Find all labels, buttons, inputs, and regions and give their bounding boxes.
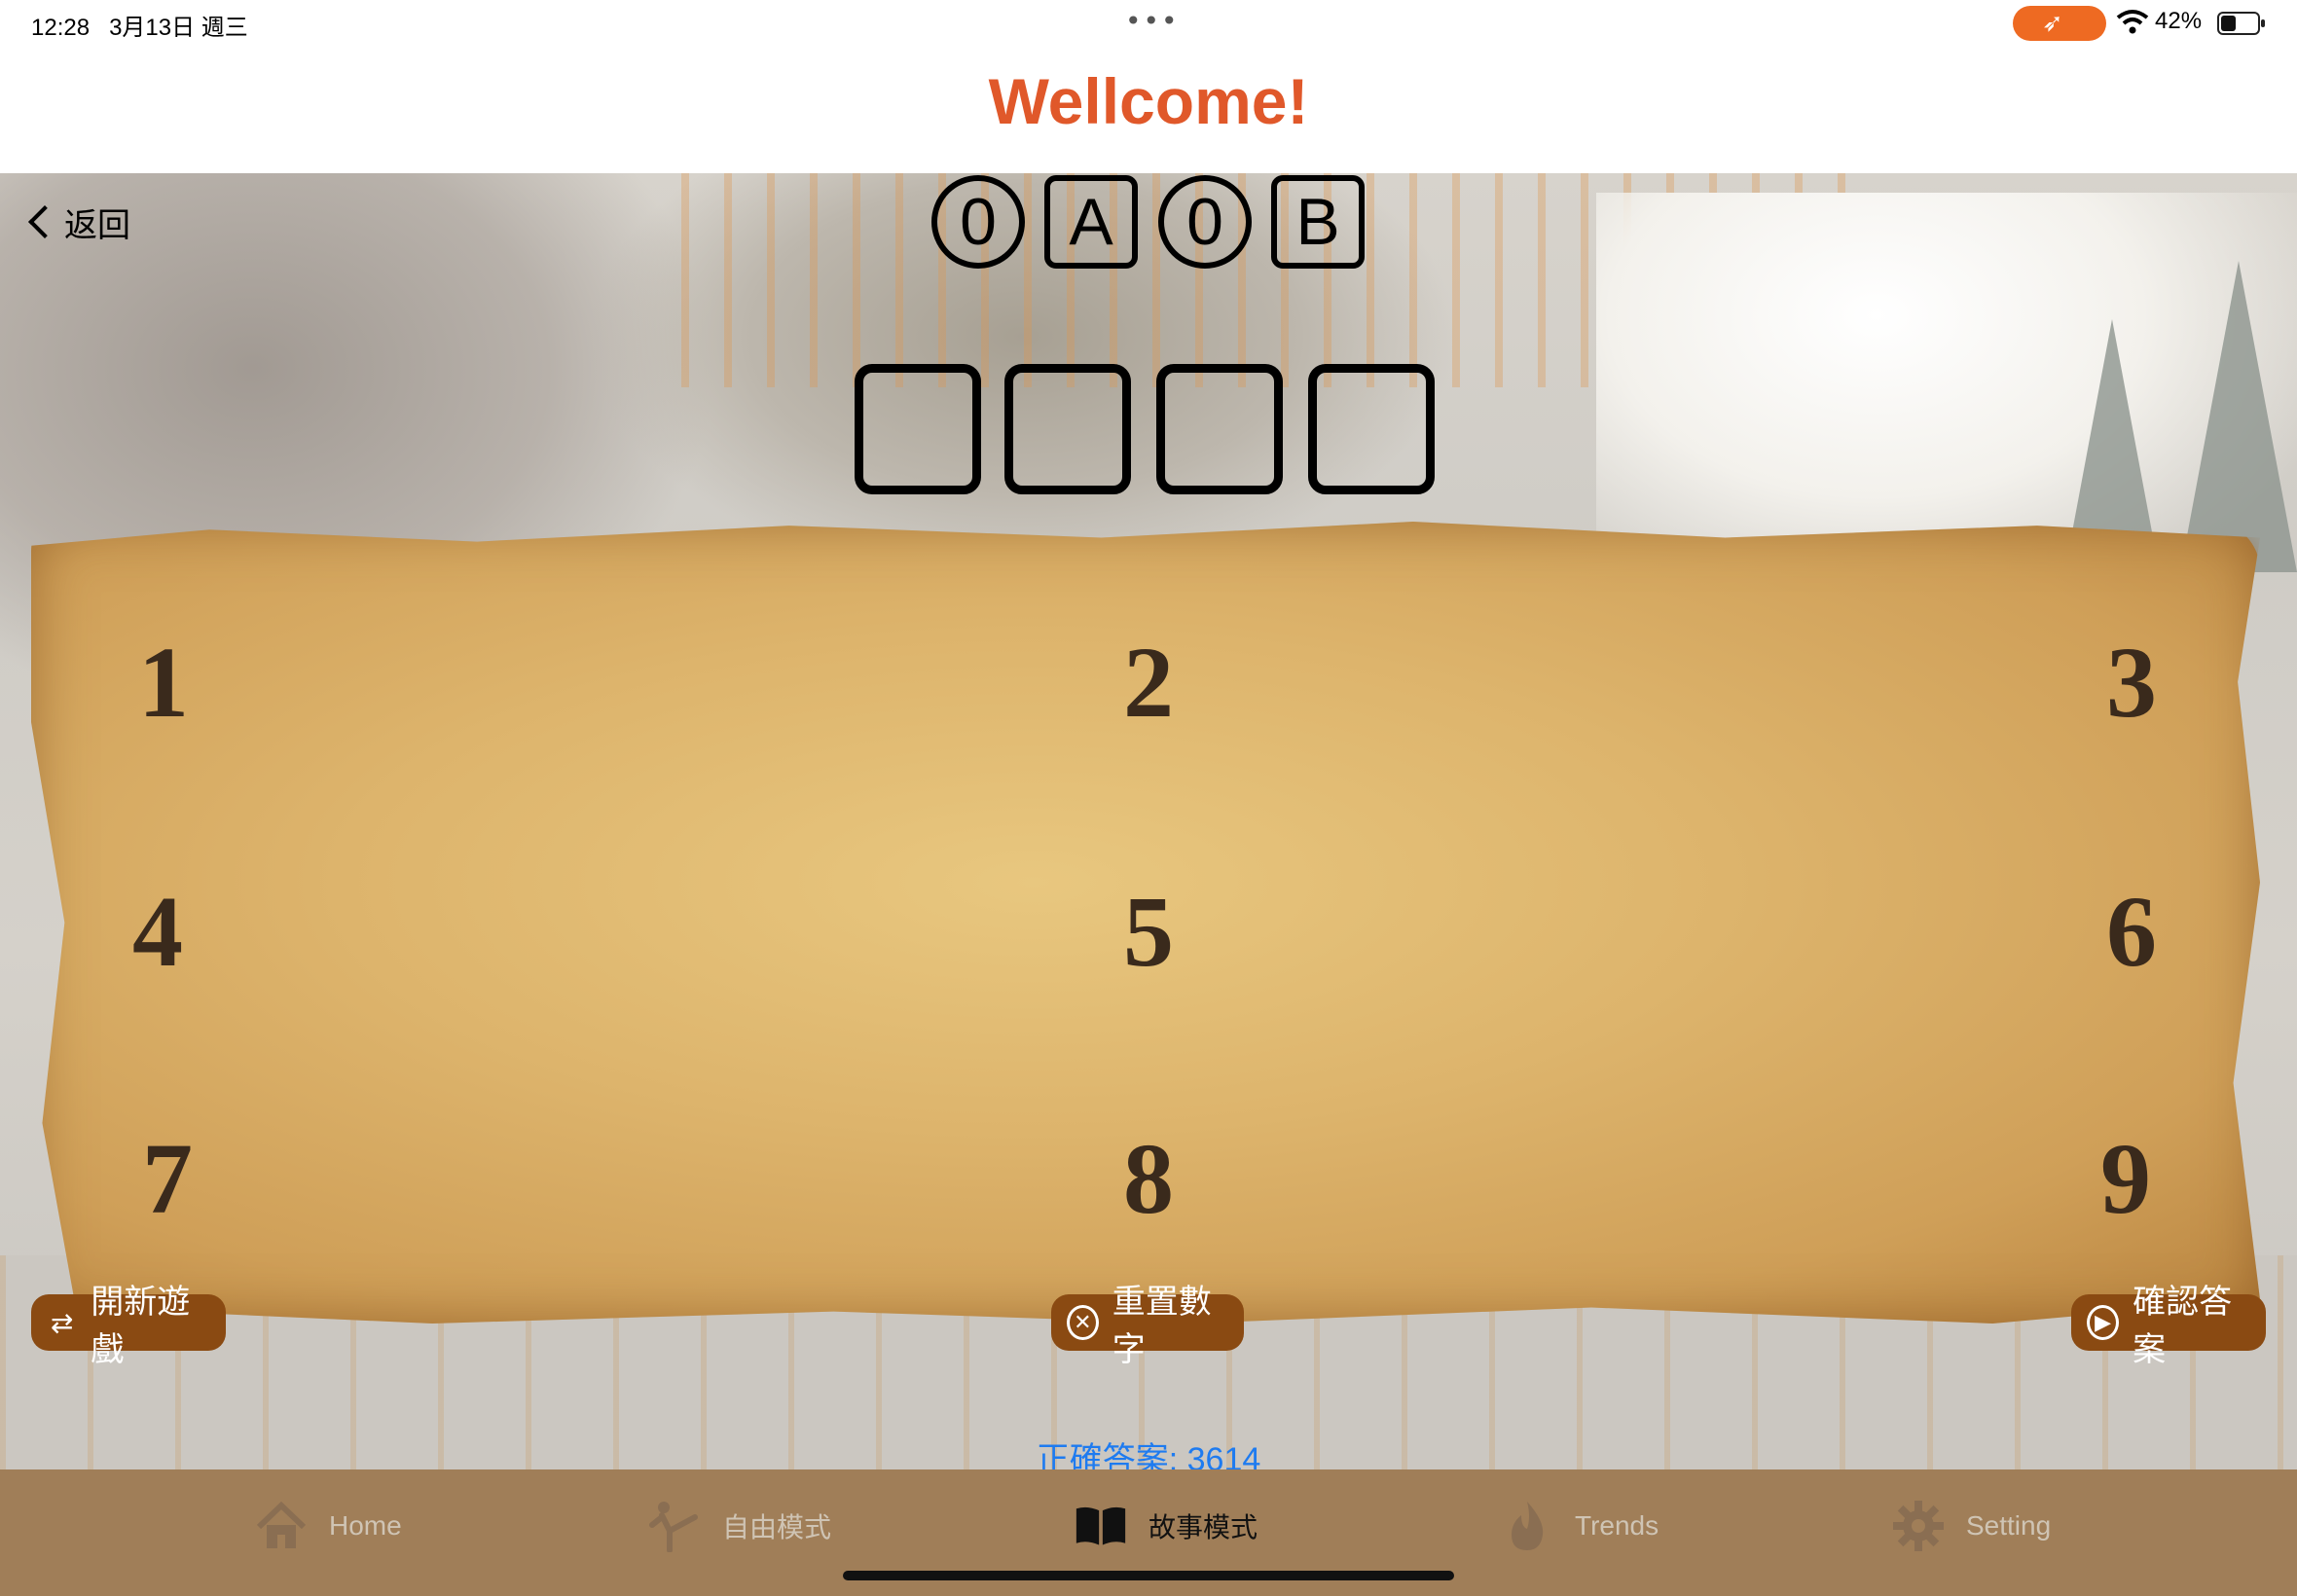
status-time-date: 12:28 3月13日 週三	[31, 15, 248, 41]
b-count: 0	[1158, 175, 1252, 269]
back-label: 返回	[64, 205, 130, 245]
digit-key-7[interactable]: 7	[109, 1121, 226, 1238]
figure-kick-icon	[648, 1500, 701, 1552]
battery-percent: 42%	[2155, 8, 2203, 34]
reset-label: 重置數字	[1112, 1283, 1212, 1369]
multitasking-dots-icon[interactable]: •••	[1125, 8, 1180, 35]
b-letter: B	[1271, 175, 1365, 269]
digit-key-2[interactable]: 2	[1090, 625, 1207, 742]
page-title: Wellcome!	[988, 65, 1309, 137]
chevron-left-icon	[28, 205, 61, 238]
tab-story-mode-label: 故事模式	[1148, 1512, 1258, 1542]
tab-home[interactable]: Home	[255, 1497, 402, 1555]
back-button[interactable]: 返回	[23, 199, 130, 245]
new-game-label: 開新遊戲	[91, 1283, 191, 1369]
home-indicator[interactable]	[843, 1571, 1454, 1580]
play-circle-icon: ▶	[2087, 1305, 2120, 1340]
battery-icon	[2217, 12, 2265, 35]
xmark-circle-icon: ✕	[1067, 1305, 1099, 1340]
guess-slot-4	[1308, 364, 1435, 494]
digit-key-6[interactable]: 6	[2073, 874, 2190, 991]
book-icon	[1075, 1500, 1127, 1552]
a-letter: A	[1044, 175, 1138, 269]
swift-icon: ➶	[2013, 6, 2106, 41]
status-bar: 12:28 3月13日 週三 ••• ➶ 42%	[0, 0, 2297, 47]
confirm-label: 確認答案	[2133, 1283, 2233, 1369]
tab-story-mode[interactable]: 故事模式	[1075, 1497, 1258, 1555]
house-icon	[255, 1500, 308, 1552]
tab-home-label: Home	[329, 1510, 402, 1541]
tab-trends[interactable]: Trends	[1501, 1497, 1659, 1555]
repeat-icon: ⇄	[50, 1306, 74, 1339]
guess-slot-2	[1004, 364, 1131, 494]
tab-free-mode-label: 自由模式	[722, 1512, 832, 1542]
digit-key-4[interactable]: 4	[99, 874, 216, 991]
digit-key-9[interactable]: 9	[2067, 1121, 2184, 1238]
new-game-button[interactable]: ⇄ 開新遊戲	[31, 1283, 226, 1369]
tab-setting-label: Setting	[1966, 1510, 2052, 1541]
digit-key-1[interactable]: 1	[105, 625, 222, 742]
tab-setting[interactable]: Setting	[1892, 1497, 2051, 1555]
guess-slot-1	[855, 364, 981, 494]
wifi-icon	[2116, 10, 2149, 34]
gear-icon	[1892, 1500, 1945, 1552]
reset-button[interactable]: ✕ 重置數字	[1051, 1283, 1244, 1369]
confirm-button[interactable]: ▶ 確認答案	[2071, 1283, 2266, 1369]
tab-free-mode[interactable]: 自由模式	[648, 1497, 831, 1555]
flame-icon	[1501, 1500, 1553, 1552]
digit-key-8[interactable]: 8	[1090, 1121, 1207, 1238]
tab-trends-label: Trends	[1575, 1510, 1659, 1541]
digit-key-3[interactable]: 3	[2073, 625, 2190, 742]
a-count: 0	[931, 175, 1025, 269]
guess-slot-3	[1156, 364, 1283, 494]
digit-key-5[interactable]: 5	[1090, 874, 1207, 991]
